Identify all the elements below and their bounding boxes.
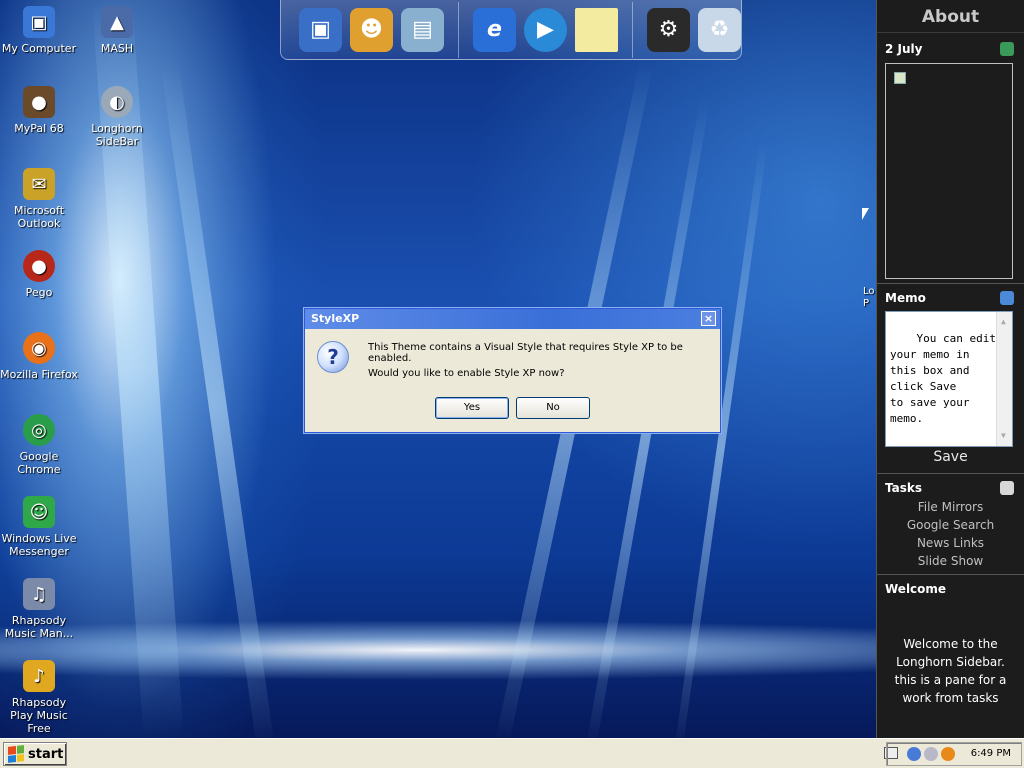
desktop-edge-text: Lo P (863, 286, 875, 309)
desktop-icon-rhapsody-manager[interactable]: ♫ Rhapsody Music Man... (0, 578, 78, 640)
desktop-icon-pego[interactable]: ● Pego (0, 250, 78, 299)
desktop-icon-my-computer[interactable]: ▣ My Computer (0, 6, 78, 55)
scroll-up-icon[interactable]: ▲ (1001, 314, 1006, 330)
wallpaper-streak (160, 57, 276, 738)
task-link[interactable]: News Links (877, 534, 1024, 552)
desktop-icon-messenger[interactable]: ☺ Windows Live Messenger (0, 496, 78, 558)
notes-icon[interactable] (574, 7, 618, 52)
task-link[interactable]: File Mirrors (877, 498, 1024, 516)
memo-tool-icon[interactable] (1000, 291, 1014, 305)
desktop-icon-chrome[interactable]: ◎ Google Chrome (0, 414, 78, 476)
pane-divider (877, 473, 1024, 474)
desktop-icon-label: Longhorn SideBar (91, 122, 143, 148)
volume-icon[interactable] (924, 747, 938, 761)
dock-separator (631, 1, 633, 58)
firefox-icon: ◉ (23, 332, 55, 364)
outlook-icon: ✉ (23, 168, 55, 200)
memo-title: Memo (885, 291, 926, 305)
desktop-icon-label: MyPal 68 (14, 122, 64, 135)
dock-separator (458, 1, 459, 58)
memo-textarea[interactable]: You can edit your memo in this box and c… (885, 311, 1013, 447)
dock-toolbar: ▣ ☻ ▤ e ▶ ⚙ ♻ (280, 0, 742, 60)
tasks-title: Tasks (885, 481, 923, 495)
desktop-icon-label: Rhapsody Music Man... (4, 614, 74, 640)
users-icon[interactable]: ☻ (350, 7, 393, 52)
taskbar: start 6:49 PM (0, 738, 1024, 768)
mypal-icon: ● (23, 86, 55, 118)
dialog-question: Would you like to enable Style XP now? (368, 368, 565, 379)
dialog-message: This Theme contains a Visual Style that … (368, 342, 683, 364)
longhorn-sidebar-icon: ◐ (101, 86, 133, 118)
pane-divider (877, 283, 1024, 284)
desktop-icon-label: Pego (25, 286, 53, 299)
messenger-icon: ☺ (23, 496, 55, 528)
desktop: ▣ My Computer ● MyPal 68 ✉ Microsoft Out… (0, 0, 876, 738)
dialog-title: StyleXP (311, 312, 360, 325)
start-button[interactable]: start (3, 742, 67, 766)
welcome-pane-title: Welcome (885, 582, 947, 596)
windows-flag-icon (8, 745, 24, 763)
yes-button[interactable]: Yes (435, 397, 509, 419)
desktop-icon-mypal[interactable]: ● MyPal 68 (0, 86, 78, 135)
start-label: start (28, 746, 64, 762)
tasks-tool-icon[interactable] (1000, 481, 1014, 495)
system-tray: 6:49 PM (886, 742, 1022, 766)
search-icon[interactable] (941, 747, 955, 761)
calendar-pane-title: 2 July (877, 39, 1024, 59)
sidebar-header[interactable]: About (877, 0, 1024, 33)
task-link[interactable]: Google Search (877, 516, 1024, 534)
desktop-icon-longhorn-sidebar[interactable]: ◐ Longhorn SideBar (78, 86, 156, 148)
welcome-text: Welcome to the Longhorn Sidebar. this is… (894, 637, 1007, 705)
mash-icon: ▲ (101, 6, 133, 38)
my-computer-icon: ▣ (23, 6, 55, 38)
rhapsody-play-icon: ♪ (23, 660, 55, 692)
recycle-bin-icon[interactable]: ♻ (697, 7, 741, 52)
rhapsody-manager-icon: ♫ (23, 578, 55, 610)
task-link[interactable]: Slide Show (877, 552, 1024, 570)
clock[interactable]: 6:49 PM (971, 748, 1011, 759)
close-icon[interactable]: × (701, 311, 716, 326)
memo-scrollbar[interactable]: ▲ ▼ (996, 312, 1012, 446)
scanner-icon[interactable]: ▤ (401, 7, 444, 52)
desktop-icon-label: MASH (100, 42, 134, 55)
question-icon: ? (317, 341, 349, 373)
desktop-icon-label: Microsoft Outlook (13, 204, 65, 230)
memo-pane-title: Memo (877, 288, 1024, 308)
wallpaper-streak (673, 140, 768, 738)
pane-divider (877, 574, 1024, 575)
memo-text: You can edit your memo in this box and c… (890, 332, 996, 425)
longhorn-sidebar: About 2 July Memo You can edit your memo… (876, 0, 1024, 738)
no-button[interactable]: No (516, 397, 590, 419)
internet-explorer-icon[interactable]: e (472, 7, 516, 52)
calendar-pane (885, 63, 1013, 279)
tasks-pane-title: Tasks (877, 478, 1024, 498)
stylexp-dialog: StyleXP × ? This Theme contains a Visual… (304, 308, 721, 433)
desktop-icon-label: Rhapsody Play Music Free (10, 696, 68, 735)
desktop-icon-mash[interactable]: ▲ MASH (78, 6, 156, 55)
desktop-icon-label: Windows Live Messenger (1, 532, 77, 558)
mouse-cursor (862, 208, 869, 220)
chrome-icon: ◎ (23, 414, 55, 446)
settings-icon[interactable]: ⚙ (646, 7, 690, 52)
scroll-down-icon[interactable]: ▼ (1001, 428, 1006, 444)
dialog-titlebar[interactable]: StyleXP × (305, 309, 720, 329)
desktop-icon-rhapsody-play[interactable]: ♪ Rhapsody Play Music Free (0, 660, 78, 735)
desktop-icon-label: Mozilla Firefox (0, 368, 78, 381)
media-player-icon[interactable]: ▶ (523, 7, 567, 52)
calendar-tool-icon[interactable] (1000, 42, 1014, 56)
desktop-icon-label: Google Chrome (17, 450, 61, 476)
desktop-icon-firefox[interactable]: ◉ Mozilla Firefox (0, 332, 78, 381)
desktop-icon-outlook[interactable]: ✉ Microsoft Outlook (0, 168, 78, 230)
network-icon[interactable] (907, 747, 921, 761)
computer-icon[interactable]: ▣ (299, 7, 342, 52)
pego-icon: ● (23, 250, 55, 282)
calendar-date: 2 July (885, 42, 923, 56)
broken-image-icon (894, 72, 906, 84)
desktop-icon-label: My Computer (1, 42, 77, 55)
